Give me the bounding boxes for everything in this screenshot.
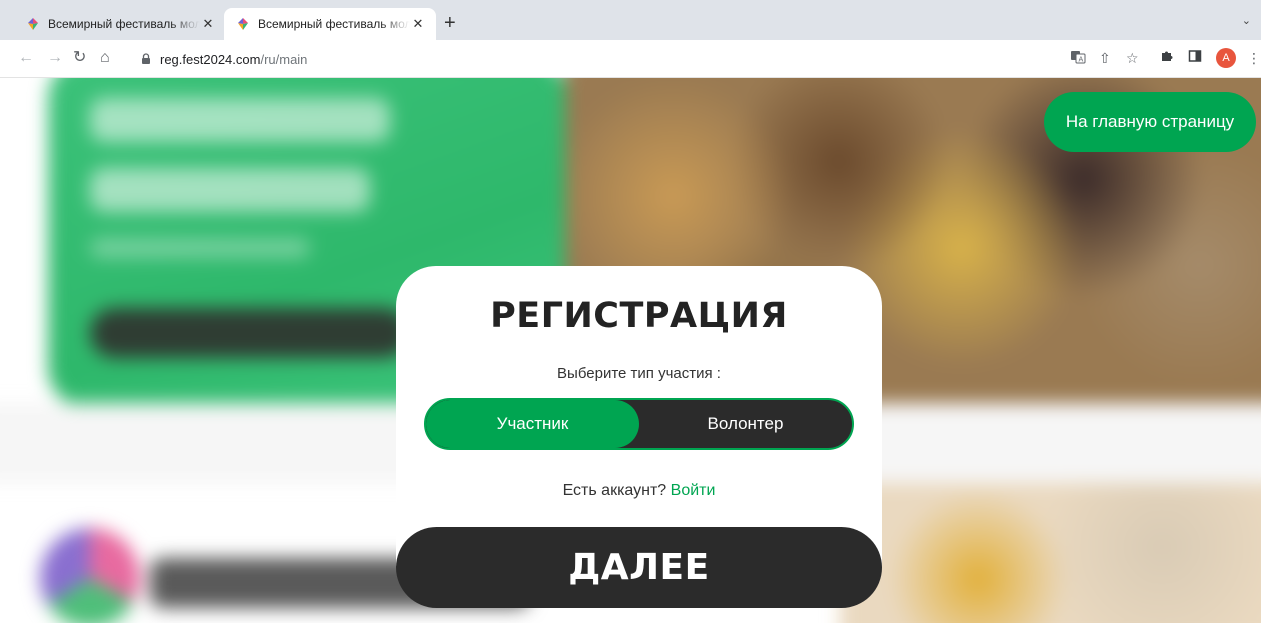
profile-avatar[interactable]: A: [1216, 48, 1236, 68]
browser-tab-strip: Всемирный фестиваль молодежи ✕ Всемирный…: [0, 0, 1261, 40]
url-host: reg.fest2024.com: [160, 51, 261, 67]
blurred-heading-line: [90, 168, 370, 212]
close-icon[interactable]: ✕: [410, 16, 426, 32]
account-prompt: Есть аккаунт? Войти: [396, 482, 882, 500]
translate-icon[interactable]: A: [1070, 49, 1086, 69]
browser-tab-2[interactable]: Всемирный фестиваль молодежи ✕: [224, 8, 436, 40]
registration-title: РЕГИСТРАЦИЯ: [490, 296, 788, 336]
account-question: Есть аккаунт?: [562, 482, 667, 499]
festival-favicon-icon: [28, 18, 38, 30]
share-icon[interactable]: ⇧: [1099, 49, 1111, 67]
registration-modal: РЕГИСТРАЦИЯ Выберите тип участия : Участ…: [396, 266, 882, 566]
home-icon[interactable]: ⌂: [100, 49, 110, 67]
url-path: /ru/main: [260, 51, 308, 67]
blurred-cta-button: [90, 308, 410, 358]
address-bar[interactable]: reg.fest2024.com/ru/main: [126, 45, 1206, 73]
blurred-festival-logo: [40, 528, 140, 623]
new-tab-button[interactable]: +: [444, 13, 456, 33]
tab-title: Всемирный фестиваль молодежи: [258, 17, 410, 31]
participation-type-label: Выберите тип участия :: [557, 365, 721, 382]
next-button[interactable]: ДАЛЕЕ: [396, 527, 882, 608]
back-arrow-icon[interactable]: ←: [18, 49, 34, 67]
option-volunteer[interactable]: Волонтер: [639, 400, 852, 448]
extensions-puzzle-icon[interactable]: [1160, 49, 1174, 67]
tab-title: Всемирный фестиваль молодежи: [48, 17, 200, 31]
tab-search-chevron-icon[interactable]: ⌄: [1242, 14, 1251, 27]
lock-icon: [142, 53, 150, 64]
home-page-button[interactable]: На главную страницу: [1044, 92, 1256, 152]
blurred-heading-line: [90, 98, 390, 142]
page-content: На главную страницу РЕГИСТРАЦИЯ Выберите…: [0, 78, 1261, 623]
kebab-menu-icon[interactable]: ⋮: [1247, 49, 1261, 67]
blurred-bottom-photo: [840, 483, 1261, 623]
option-participant[interactable]: Участник: [426, 400, 639, 448]
login-link[interactable]: Войти: [671, 482, 716, 499]
browser-tab-1[interactable]: Всемирный фестиваль молодежи ✕: [14, 8, 226, 40]
reload-icon[interactable]: ↻: [73, 49, 86, 67]
svg-text:A: A: [1079, 56, 1084, 64]
festival-favicon-icon: [238, 18, 248, 30]
browser-toolbar: ← → ↻ ⌂ reg.fest2024.com/ru/main A ⇧ ☆ A…: [0, 40, 1261, 78]
forward-arrow-icon[interactable]: →: [47, 49, 63, 67]
bookmark-star-icon[interactable]: ☆: [1126, 49, 1139, 67]
close-icon[interactable]: ✕: [200, 16, 216, 32]
participation-type-toggle: Участник Волонтер: [424, 398, 854, 450]
blurred-text-line: [90, 238, 310, 258]
side-panel-icon[interactable]: [1188, 49, 1202, 67]
